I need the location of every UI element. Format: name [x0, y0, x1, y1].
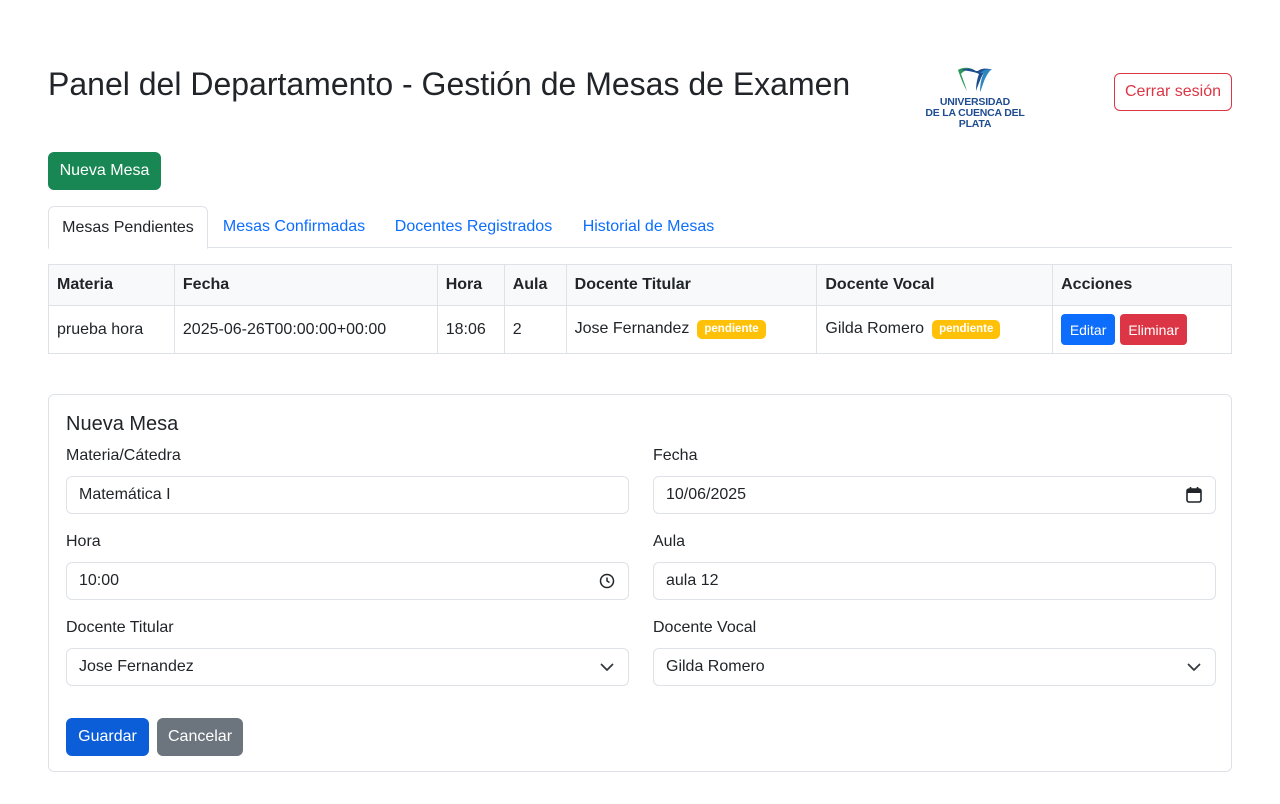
cell-docente-vocal: Gilda Romero pendiente [816, 305, 1054, 354]
mesas-table: Materia Fecha Hora Aula Docente Titular … [48, 264, 1232, 354]
save-button[interactable]: Guardar [66, 718, 149, 756]
page-title: Panel del Departamento - Gestión de Mesa… [48, 66, 851, 102]
cell-aula: 2 [503, 305, 567, 354]
status-badge: pendiente [932, 320, 1001, 339]
column-header-hora: Hora [436, 264, 505, 306]
docente-vocal-select[interactable]: Gilda Romero [653, 648, 1216, 686]
tab-docentes-registrados[interactable]: Docentes Registrados [380, 206, 567, 248]
cell-docente-titular: Jose Fernandez pendiente [565, 305, 818, 354]
column-header-fecha: Fecha [173, 264, 438, 306]
logo-text-line2: DE LA CUENCA DEL PLATA [925, 107, 1025, 130]
status-badge: pendiente [697, 320, 766, 339]
fecha-input[interactable]: 10/06/2025 [653, 476, 1216, 514]
tab-historial-de-mesas[interactable]: Historial de Mesas [567, 206, 730, 248]
delete-button[interactable]: Eliminar [1120, 314, 1188, 345]
cell-acciones: Editar Eliminar [1052, 305, 1232, 354]
calendar-icon[interactable] [1185, 486, 1203, 504]
materia-label: Materia/Cátedra [66, 447, 181, 464]
tab-mesas-pendientes[interactable]: Mesas Pendientes [48, 206, 208, 249]
docente-titular-selected: Jose Fernandez [79, 658, 194, 675]
aula-input[interactable]: aula 12 [653, 562, 1216, 600]
nueva-mesa-form: Nueva Mesa Materia/Cátedra Matemática I … [48, 394, 1232, 772]
column-header-aula: Aula [503, 264, 567, 306]
column-header-docente-titular: Docente Titular [565, 264, 818, 306]
docente-vocal-name: Gilda Romero [825, 320, 925, 337]
university-logo: UNIVERSIDAD DE LA CUENCA DEL PLATA [914, 64, 1036, 130]
docente-vocal-label: Docente Vocal [653, 619, 757, 636]
chevron-down-icon [600, 663, 614, 671]
table-header-row: Materia Fecha Hora Aula Docente Titular … [48, 264, 1232, 306]
aula-value: aula 12 [666, 572, 719, 589]
docente-titular-label: Docente Titular [66, 619, 174, 636]
cancel-button[interactable]: Cancelar [157, 718, 243, 756]
hora-input[interactable]: 10:00 [66, 562, 629, 600]
docente-vocal-selected: Gilda Romero [666, 658, 765, 675]
materia-input[interactable]: Matemática I [66, 476, 629, 514]
chevron-down-icon [1187, 663, 1201, 671]
tab-mesas-confirmadas[interactable]: Mesas Confirmadas [208, 206, 380, 248]
aula-label: Aula [653, 533, 686, 550]
tab-bar: Mesas Pendientes Mesas Confirmadas Docen… [48, 206, 1232, 249]
cell-fecha: 2025-06-26T00:00:00+00:00 [173, 305, 438, 354]
hora-label: Hora [66, 533, 101, 550]
fecha-label: Fecha [653, 447, 698, 464]
cell-materia: prueba hora [48, 305, 175, 354]
column-header-docente-vocal: Docente Vocal [816, 264, 1054, 306]
new-mesa-button[interactable]: Nueva Mesa [48, 152, 161, 190]
clock-icon[interactable] [598, 572, 616, 590]
form-title: Nueva Mesa [66, 413, 179, 435]
cell-hora: 18:06 [436, 305, 505, 354]
materia-value: Matemática I [79, 486, 171, 503]
fecha-value: 10/06/2025 [666, 486, 747, 503]
edit-button[interactable]: Editar [1061, 314, 1116, 345]
logout-button[interactable]: Cerrar sesión [1114, 73, 1232, 111]
docente-titular-name: Jose Fernandez [574, 320, 690, 337]
docente-titular-select[interactable]: Jose Fernandez [66, 648, 629, 686]
table-row: prueba hora 2025-06-26T00:00:00+00:00 18… [48, 305, 1232, 354]
column-header-materia: Materia [48, 264, 175, 306]
university-logo-icon [958, 67, 992, 92]
column-header-acciones: Acciones [1052, 264, 1232, 306]
hora-value: 10:00 [79, 572, 120, 589]
